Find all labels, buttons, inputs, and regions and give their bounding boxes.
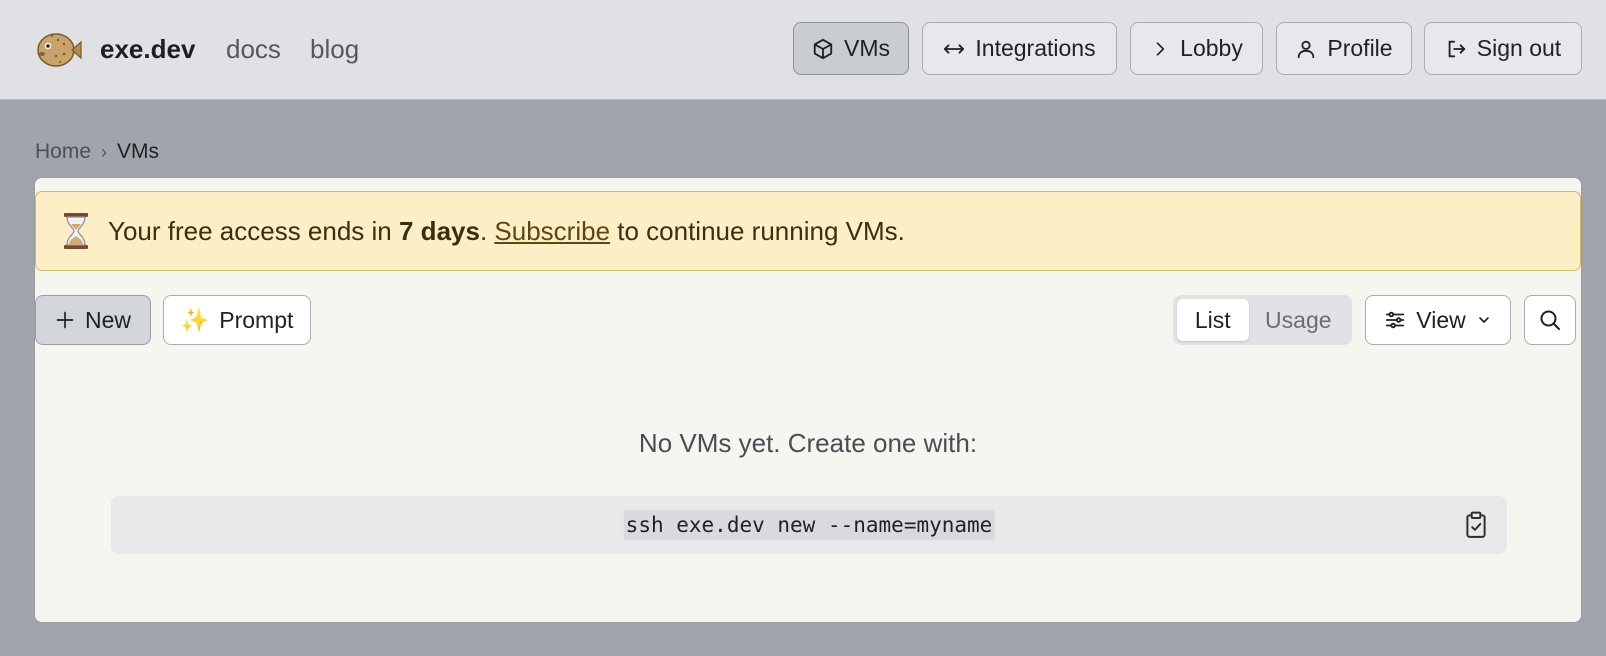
cube-icon: [813, 38, 833, 59]
vms-button-label: VMs: [844, 35, 890, 61]
vms-panel: Your free access ends in 7 days. Subscri…: [34, 177, 1582, 623]
prompt-button[interactable]: ✨ Prompt: [163, 295, 311, 345]
view-mode-toggle: List Usage: [1173, 295, 1352, 345]
sign-out-button[interactable]: Sign out: [1424, 22, 1582, 75]
integrations-button-label: Integrations: [975, 35, 1096, 61]
command-text[interactable]: ssh exe.dev new --name=myname: [623, 510, 995, 540]
hourglass-icon: [64, 213, 88, 249]
nav-link-docs[interactable]: docs: [226, 34, 281, 65]
lobby-button-label: Lobby: [1180, 35, 1243, 61]
subscribe-link[interactable]: Subscribe: [494, 216, 610, 246]
clipboard-copy-icon[interactable]: [1463, 511, 1489, 539]
search-button[interactable]: [1524, 295, 1576, 345]
breadcrumb: Home › VMs: [35, 140, 159, 164]
logout-icon: [1448, 40, 1465, 57]
chevron-down-icon: [1478, 317, 1489, 323]
tab-usage[interactable]: Usage: [1249, 299, 1348, 341]
prompt-button-label: Prompt: [219, 306, 294, 333]
command-box: ssh exe.dev new --name=myname: [111, 496, 1507, 554]
integrations-button[interactable]: Integrations: [922, 22, 1117, 75]
brand[interactable]: exe.dev: [34, 26, 195, 70]
sparkles-icon: ✨: [180, 306, 210, 333]
breadcrumb-home-link[interactable]: Home: [35, 140, 91, 164]
breadcrumb-separator: ›: [101, 141, 108, 162]
chevron-right-icon: [1156, 41, 1165, 56]
vms-button[interactable]: VMs: [793, 22, 909, 75]
empty-state-message: No VMs yet. Create one with:: [638, 428, 978, 458]
sign-out-button-label: Sign out: [1476, 35, 1562, 61]
tab-list[interactable]: List: [1177, 299, 1249, 341]
view-dropdown-button[interactable]: View: [1365, 295, 1511, 345]
nav-link-blog[interactable]: blog: [310, 34, 359, 65]
top-navigation-bar: exe.dev docs blog VMs Integrations Lobby…: [0, 0, 1606, 100]
user-icon: [1298, 40, 1315, 58]
arrows-horizontal-icon: [944, 43, 965, 54]
profile-button[interactable]: Profile: [1276, 22, 1412, 75]
pufferfish-logo-icon: [37, 33, 82, 67]
profile-button-label: Profile: [1327, 35, 1393, 61]
breadcrumb-current: VMs: [117, 140, 160, 163]
view-button-label: View: [1416, 306, 1466, 333]
trial-banner: Your free access ends in 7 days. Subscri…: [35, 191, 1581, 271]
plus-icon: [56, 311, 74, 329]
search-icon: [1540, 310, 1560, 330]
sliders-icon: [1386, 311, 1405, 329]
lobby-button[interactable]: Lobby: [1130, 22, 1263, 75]
new-button-label: New: [84, 306, 131, 333]
new-vm-button[interactable]: New: [35, 295, 151, 345]
banner-days: 7 days: [399, 215, 480, 246]
banner-text: Your free access ends in 7 days. Subscri…: [108, 215, 905, 246]
brand-name[interactable]: exe.dev: [100, 34, 195, 65]
